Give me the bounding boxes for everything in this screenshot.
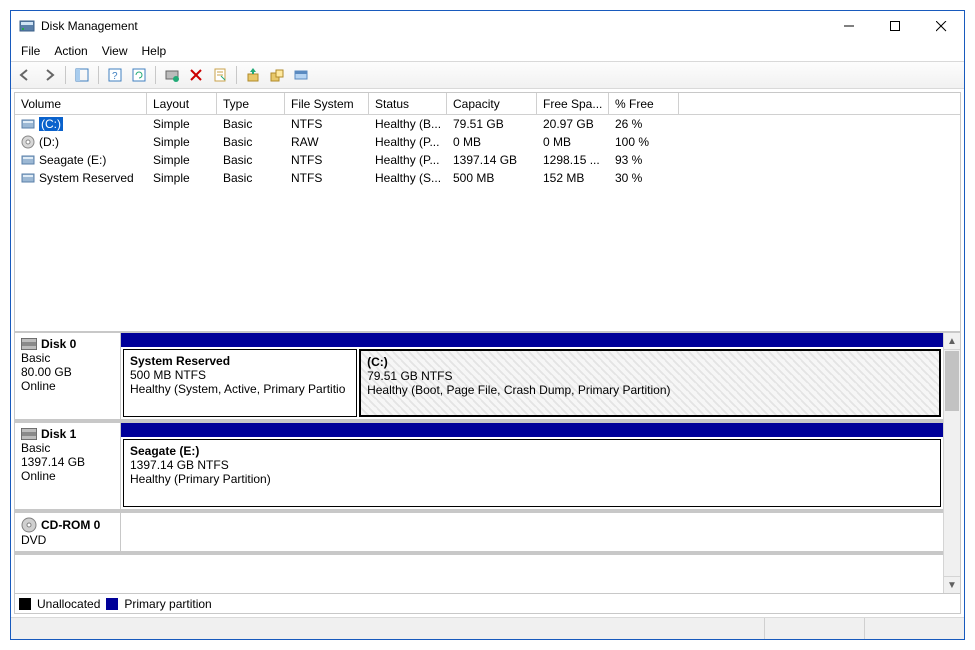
column-headers: VolumeLayoutTypeFile SystemStatusCapacit… xyxy=(15,93,960,115)
disk-type-icon xyxy=(21,428,37,440)
menu-view[interactable]: View xyxy=(102,44,128,58)
volume-row[interactable]: System ReservedSimpleBasicNTFSHealthy (S… xyxy=(15,169,960,187)
disk-type-icon xyxy=(21,338,37,350)
close-button[interactable] xyxy=(918,11,964,41)
volume-row[interactable]: (D:)SimpleBasicRAWHealthy (P...0 MB0 MB1… xyxy=(15,133,960,151)
partition-health: Healthy (Boot, Page File, Crash Dump, Pr… xyxy=(367,383,933,397)
scroll-down[interactable]: ▼ xyxy=(944,576,960,593)
legend-primary-label: Primary partition xyxy=(124,597,211,611)
volume-name: Seagate (E:) xyxy=(39,153,106,167)
window: Disk Management File Action View Help ? … xyxy=(10,10,965,640)
disk-label: Disk 0 xyxy=(41,337,76,351)
disk-info[interactable]: Disk 1Basic1397.14 GBOnline xyxy=(15,423,121,509)
volume-name: (D:) xyxy=(39,135,59,149)
disk-info[interactable]: Disk 0Basic80.00 GBOnline xyxy=(15,333,121,419)
disk-info[interactable]: CD-ROM 0DVD xyxy=(15,513,121,551)
scroll-up[interactable]: ▲ xyxy=(944,333,960,350)
disk-block: Disk 0Basic80.00 GBOnlineSystem Reserved… xyxy=(15,333,943,423)
menu-file[interactable]: File xyxy=(21,44,40,58)
partition-health: Healthy (System, Active, Primary Partiti… xyxy=(130,382,350,396)
disk-scroll-area[interactable]: Disk 0Basic80.00 GBOnlineSystem Reserved… xyxy=(15,333,943,593)
column-header[interactable]: Type xyxy=(217,93,285,114)
action1-button[interactable] xyxy=(243,65,263,85)
partition-title: (C:) xyxy=(367,355,933,369)
disk-size: 1397.14 GB xyxy=(21,455,114,469)
content: VolumeLayoutTypeFile SystemStatusCapacit… xyxy=(14,92,961,614)
delete-button[interactable] xyxy=(186,65,206,85)
disk-label: CD-ROM 0 xyxy=(41,518,100,532)
disk-bar xyxy=(121,423,943,437)
scrollbar[interactable]: ▲ ▼ xyxy=(943,333,960,593)
properties-button[interactable] xyxy=(210,65,230,85)
maximize-button[interactable] xyxy=(872,11,918,41)
legend-primary-swatch xyxy=(106,598,118,610)
status-cell-1 xyxy=(764,618,864,639)
help-button[interactable]: ? xyxy=(105,65,125,85)
disk-bar xyxy=(121,333,943,347)
app-icon xyxy=(19,18,35,34)
toolbar: ? xyxy=(11,61,964,89)
volume-list-pane: VolumeLayoutTypeFile SystemStatusCapacit… xyxy=(15,93,960,333)
disk-type-icon xyxy=(21,517,37,533)
volume-rows: (C:)SimpleBasicNTFSHealthy (B...79.51 GB… xyxy=(15,115,960,187)
partition-size: 79.51 GB NTFS xyxy=(367,369,933,383)
disk-block: Disk 1Basic1397.14 GBOnlineSeagate (E:)1… xyxy=(15,423,943,513)
disk-status: Online xyxy=(21,469,114,483)
disk-block: CD-ROM 0DVD xyxy=(15,513,943,555)
legend: Unallocated Primary partition xyxy=(15,593,960,613)
column-header[interactable]: Capacity xyxy=(447,93,537,114)
forward-button[interactable] xyxy=(39,65,59,85)
partition[interactable]: System Reserved500 MB NTFSHealthy (Syste… xyxy=(123,349,357,417)
partition-health: Healthy (Primary Partition) xyxy=(130,472,934,486)
column-header[interactable]: Status xyxy=(369,93,447,114)
status-bar xyxy=(11,617,964,639)
action2-button[interactable] xyxy=(267,65,287,85)
status-cell-2 xyxy=(864,618,964,639)
back-button[interactable] xyxy=(15,65,35,85)
volume-name: System Reserved xyxy=(39,171,134,185)
column-header[interactable]: Volume xyxy=(15,93,147,114)
partition-size: 500 MB NTFS xyxy=(130,368,350,382)
volume-name: (C:) xyxy=(39,117,63,131)
disk-type: DVD xyxy=(21,533,114,547)
partition[interactable]: (C:)79.51 GB NTFSHealthy (Boot, Page Fil… xyxy=(359,349,941,417)
column-header[interactable]: Layout xyxy=(147,93,217,114)
partition[interactable]: Seagate (E:)1397.14 GB NTFSHealthy (Prim… xyxy=(123,439,941,507)
drive-icon xyxy=(21,153,35,167)
drive-icon xyxy=(21,171,35,185)
disk-size: 80.00 GB xyxy=(21,365,114,379)
settings-button[interactable] xyxy=(162,65,182,85)
svg-text:?: ? xyxy=(112,71,118,82)
volume-row[interactable]: (C:)SimpleBasicNTFSHealthy (B...79.51 GB… xyxy=(15,115,960,133)
menubar: File Action View Help xyxy=(11,41,964,61)
drive-icon xyxy=(21,135,35,149)
column-header[interactable]: File System xyxy=(285,93,369,114)
disk-label: Disk 1 xyxy=(41,427,76,441)
refresh-button[interactable] xyxy=(129,65,149,85)
partition-title: System Reserved xyxy=(130,354,350,368)
partition-title: Seagate (E:) xyxy=(130,444,934,458)
disk-type: Basic xyxy=(21,441,114,455)
volume-row[interactable]: Seagate (E:)SimpleBasicNTFSHealthy (P...… xyxy=(15,151,960,169)
scroll-thumb[interactable] xyxy=(945,351,959,411)
minimize-button[interactable] xyxy=(826,11,872,41)
disk-type: Basic xyxy=(21,351,114,365)
legend-unallocated-label: Unallocated xyxy=(37,597,100,611)
menu-help[interactable]: Help xyxy=(142,44,167,58)
drive-icon xyxy=(21,117,35,131)
titlebar: Disk Management xyxy=(11,11,964,41)
partition-size: 1397.14 GB NTFS xyxy=(130,458,934,472)
disk-graphical-pane: Disk 0Basic80.00 GBOnlineSystem Reserved… xyxy=(15,333,960,593)
tree-button[interactable] xyxy=(72,65,92,85)
action3-button[interactable] xyxy=(291,65,311,85)
window-title: Disk Management xyxy=(41,19,138,33)
menu-action[interactable]: Action xyxy=(54,44,87,58)
column-header[interactable]: Free Spa... xyxy=(537,93,609,114)
disk-status: Online xyxy=(21,379,114,393)
legend-unallocated-swatch xyxy=(19,598,31,610)
column-header[interactable]: % Free xyxy=(609,93,679,114)
